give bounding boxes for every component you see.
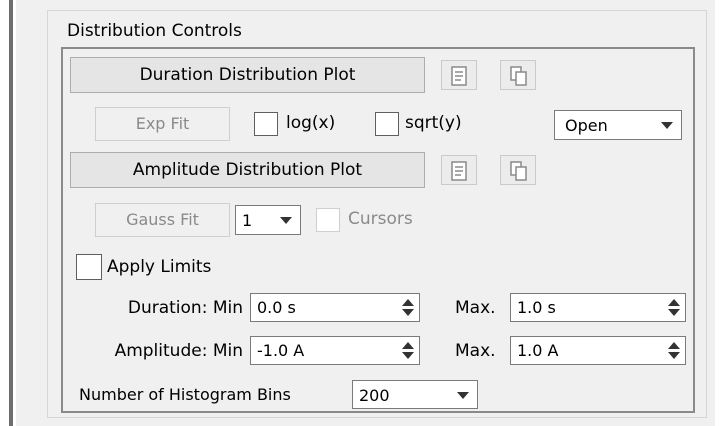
gauss-count-select[interactable]: 1 [235,205,301,235]
amplitude-distribution-plot-button[interactable]: Amplitude Distribution Plot [70,152,425,188]
amplitude-min-spinbox[interactable]: -1.0 A [250,336,420,365]
chevron-down-icon [661,122,673,129]
amplitude-max-label: Max. [455,341,496,361]
exp-fit-button[interactable]: Exp Fit [95,107,230,141]
amplitude-copy-button[interactable] [500,155,536,185]
duration-max-spinbox[interactable]: 1.0 s [510,293,686,322]
chevron-down-icon [280,217,292,224]
amplitude-min-value: -1.0 A [257,341,305,360]
duration-max-label: Max. [455,298,496,318]
list-icon [451,66,467,86]
duration-min-spinbox[interactable]: 0.0 s [250,293,420,322]
histogram-bins-label: Number of Histogram Bins [79,385,291,404]
list-icon [451,161,467,181]
sqrt-y-checkbox[interactable] [375,112,399,136]
duration-min-value: 0.0 s [257,298,296,317]
copy-icon [510,161,527,181]
apply-limits-checkbox[interactable] [76,254,102,280]
duration-copy-button[interactable] [500,60,536,90]
apply-limits-label: Apply Limits [107,257,212,277]
amplitude-list-button[interactable] [441,155,477,185]
spin-arrows-icon[interactable] [663,294,685,321]
group-title: Distribution Controls [67,21,242,41]
histogram-bins-value: 200 [359,386,390,405]
chevron-down-icon [457,391,469,399]
log-x-label: log(x) [286,113,336,133]
gauss-fit-button[interactable]: Gauss Fit [95,203,230,237]
gauss-count-value: 1 [242,211,253,230]
cursors-checkbox[interactable] [316,208,340,232]
splitter-line[interactable] [9,0,13,426]
duration-list-button[interactable] [441,60,477,90]
spin-arrows-icon[interactable] [663,337,685,364]
copy-icon [510,66,527,86]
state-select[interactable]: Open [554,110,682,140]
spin-arrows-icon[interactable] [397,337,419,364]
amplitude-max-value: 1.0 A [517,341,559,360]
sqrt-y-label: sqrt(y) [405,113,462,133]
amplitude-max-spinbox[interactable]: 1.0 A [510,336,686,365]
histogram-bins-select[interactable]: 200 [352,380,478,409]
cursors-label: Cursors [348,209,413,229]
spin-arrows-icon[interactable] [397,294,419,321]
left-margin [0,0,16,426]
amplitude-min-label: Amplitude: Min [114,341,243,361]
duration-max-value: 1.0 s [517,298,556,317]
state-select-value: Open [565,116,608,135]
duration-distribution-plot-button[interactable]: Duration Distribution Plot [70,57,425,93]
duration-min-label: Duration: Min [127,298,243,318]
log-x-checkbox[interactable] [254,112,278,136]
